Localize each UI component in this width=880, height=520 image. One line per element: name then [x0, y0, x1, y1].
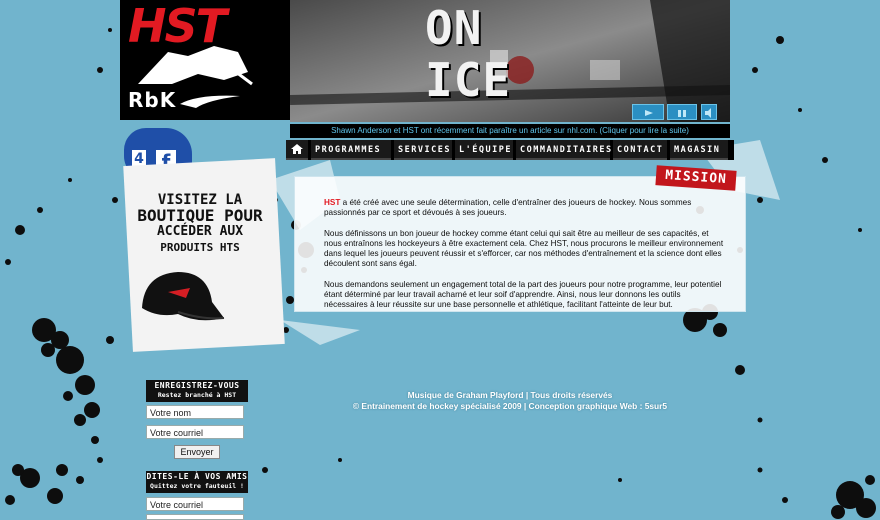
footer-line-1: Musique de Graham Playford | Tous droits…: [407, 390, 613, 400]
rbk-logo: RbK: [128, 88, 177, 112]
tell-friends-header: DITES-LE À VOS AMIS Quittez votre fauteu…: [146, 471, 248, 493]
brand-highlight: HST: [324, 198, 341, 207]
pause-icon: [683, 110, 686, 117]
shop-line-3: ACCÉDER AUX: [156, 224, 244, 239]
nav-contact[interactable]: Contact: [613, 140, 667, 160]
register-title: ENREGISTREZ-VOUS: [154, 381, 240, 390]
footer-line-2: © Entrainement de hockey spécialisé 2009…: [352, 401, 668, 411]
submit-button[interactable]: Envoyer: [174, 445, 220, 459]
mission-paragraph-1: HST a été créé avec une seule déterminat…: [324, 198, 692, 218]
video-title: ON ICE: [425, 1, 512, 107]
hockey-player-icon: [138, 46, 253, 86]
name-field[interactable]: Votre nom: [146, 405, 244, 419]
mission-text: HST a été créé avec une seule déterminat…: [324, 198, 724, 320]
rewind-icon: [645, 110, 653, 116]
footer: Musique de Graham Playford | Tous droits…: [300, 390, 720, 412]
rewind-button[interactable]: [632, 104, 664, 120]
email-field[interactable]: Votre courriel: [146, 425, 244, 439]
shop-line-2: BOUTIQUE POUR: [137, 206, 263, 225]
tell-friends-title: DITES-LE À VOS AMIS: [146, 472, 248, 481]
home-icon: [291, 144, 303, 154]
mission-paragraph-3: Nous demandons seulement un engagement t…: [324, 279, 722, 309]
friend-extra-field[interactable]: [146, 514, 244, 520]
shop-line-4: PRODUITS HTS: [160, 241, 240, 254]
mission-paragraph-2: Nous définissons un bon joueur de hockey…: [324, 228, 724, 269]
shop-promo-text[interactable]: VISITEZ LA BOUTIQUE POUR ACCÉDER AUX PRO…: [130, 192, 270, 256]
nav-magasin[interactable]: Magasin: [670, 140, 728, 160]
nav-equipe[interactable]: L'équipe: [455, 140, 513, 160]
hst-logo[interactable]: HST: [128, 3, 260, 49]
friend-email-field[interactable]: Votre courriel: [146, 497, 244, 511]
volume-button[interactable]: [701, 104, 717, 120]
nav-home[interactable]: [286, 140, 308, 160]
register-header: ENREGISTREZ-VOUS Restez branché à HST: [146, 380, 248, 402]
main-nav: Programmes Services L'équipe Commanditai…: [286, 140, 734, 160]
nav-services[interactable]: Services: [394, 140, 452, 160]
tell-friends-subtitle: Quittez votre fauteuil !: [150, 482, 244, 490]
volume-icon: [705, 108, 711, 118]
nav-commanditaires[interactable]: Commanditaires: [516, 140, 611, 160]
register-subtitle: Restez branché à HST: [157, 391, 237, 399]
cap-icon: [142, 272, 225, 321]
news-ticker[interactable]: Shawn Anderson et HST ont récemment fait…: [290, 124, 730, 138]
pause-button[interactable]: [667, 104, 697, 120]
reebok-vector-icon: [180, 95, 240, 108]
news-ticker-link[interactable]: Shawn Anderson et HST ont récemment fait…: [331, 126, 689, 135]
nav-programmes[interactable]: Programmes: [311, 140, 391, 160]
